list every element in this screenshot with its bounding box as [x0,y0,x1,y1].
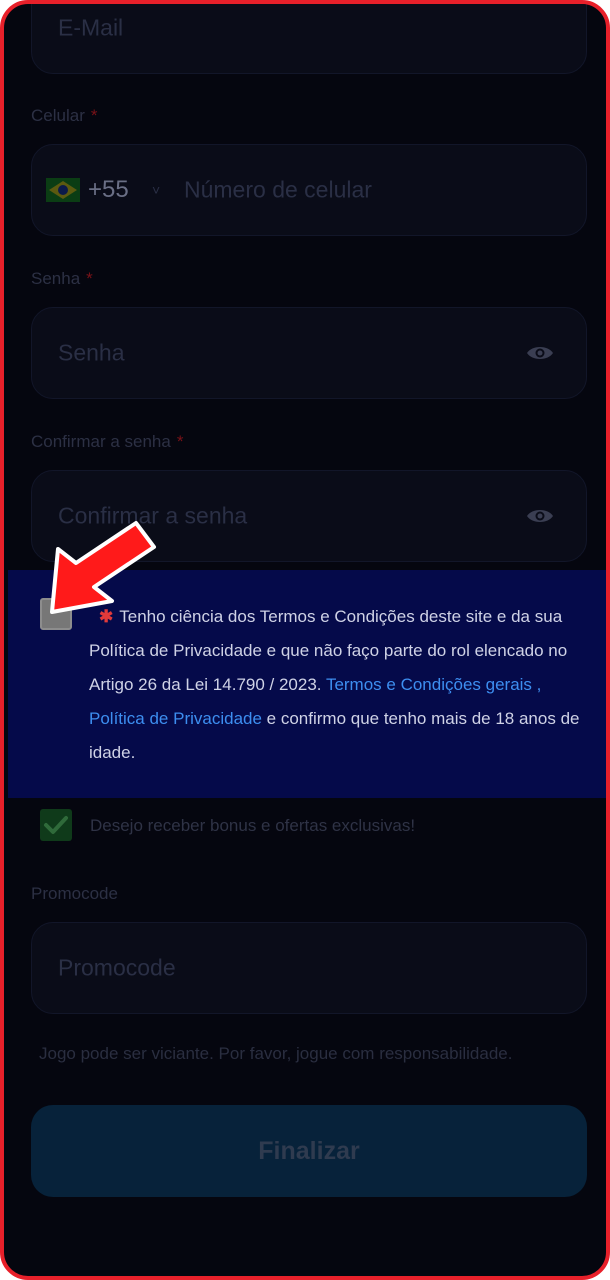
promocode-field[interactable]: Promocode [31,922,587,1014]
app-frame: E-Mail Celular * +55 ˅ Número de celular … [0,0,610,1280]
password-placeholder: Senha [58,339,125,366]
terms-link[interactable]: Termos e Condições gerais [326,675,532,694]
privacy-link[interactable]: Política de Privacidade [89,709,262,728]
promocode-label: Promocode [31,884,118,903]
link-separator: , [531,675,542,694]
confirm-password-label-text: Confirmar a senha [31,432,171,451]
terms-text: ✱ Tenho ciência dos Termos e Condições de… [89,600,594,770]
responsible-gaming-note: Jogo pode ser viciante. Por favor, jogue… [39,1044,513,1063]
offers-checkbox[interactable] [40,809,72,841]
eye-icon[interactable] [526,344,554,362]
brazil-flag-icon[interactable] [46,178,80,202]
required-mark: * [176,432,184,451]
check-icon [44,816,68,834]
promocode-placeholder: Promocode [58,954,176,981]
country-dropdown-icon[interactable]: ˅ [152,182,160,198]
phone-label: Celular * [31,106,97,126]
email-placeholder: E-Mail [58,14,124,41]
password-field[interactable]: Senha [31,307,587,399]
required-mark: * [86,269,93,288]
offers-label: Desejo receber bonus e ofertas exclusiva… [90,816,416,835]
required-mark: * [90,106,98,125]
email-field[interactable]: E-Mail [31,4,587,74]
phone-label-text: Celular [31,106,85,125]
phone-placeholder: Número de celular [184,176,372,203]
finalize-button[interactable]: Finalizar [31,1105,587,1197]
pointer-arrow-icon [50,521,156,614]
confirm-password-label: Confirmar a senha * [31,432,183,452]
eye-icon[interactable] [526,507,554,525]
password-label: Senha * [31,269,93,289]
phone-field[interactable]: +55 ˅ Número de celular [31,144,587,236]
country-code[interactable]: +55 [88,176,129,204]
password-label-text: Senha [31,269,81,288]
